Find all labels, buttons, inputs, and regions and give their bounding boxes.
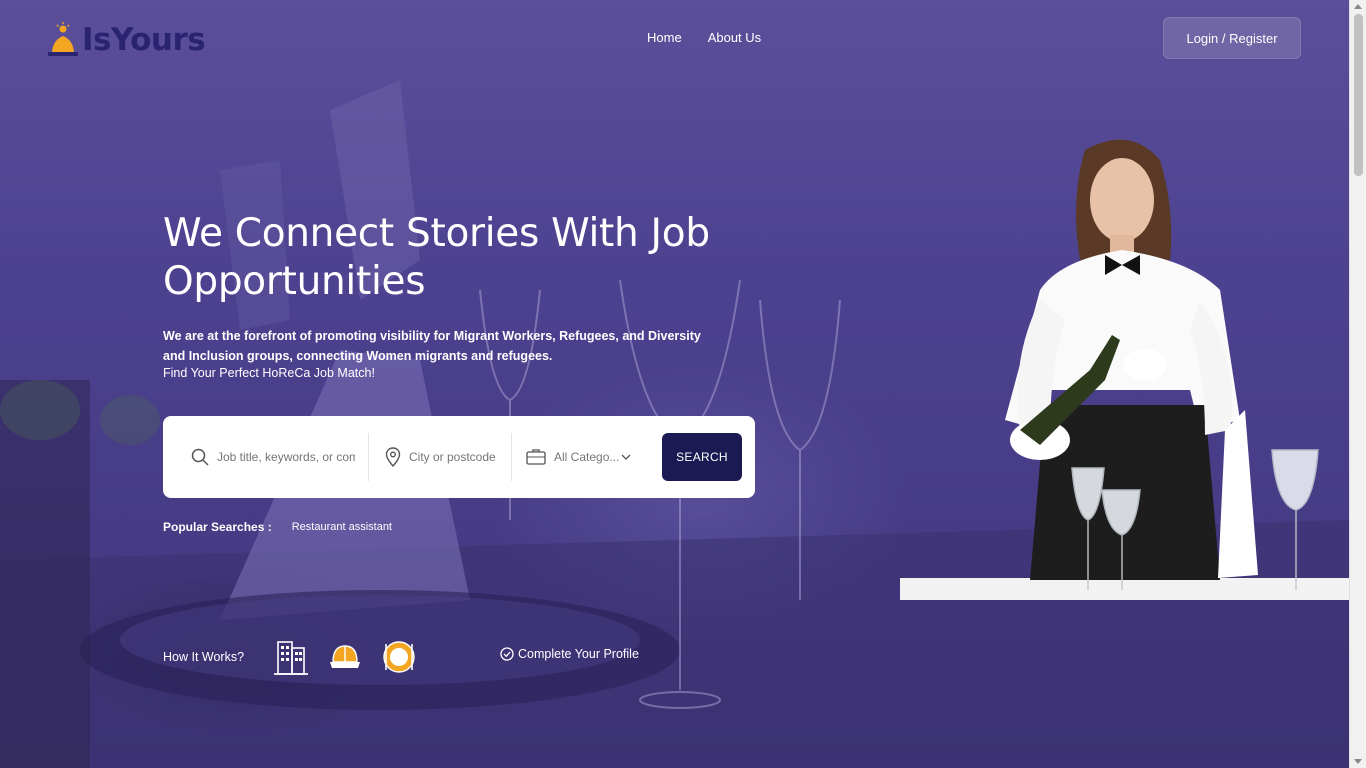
popular-searches: Popular Searches : Restaurant assistant xyxy=(163,520,392,534)
location-pin-icon xyxy=(385,447,401,467)
brand-logo[interactable]: IsYours xyxy=(48,20,206,60)
complete-profile-label: Complete Your Profile xyxy=(518,647,639,661)
nav-about-us[interactable]: About Us xyxy=(708,30,761,45)
category-field[interactable]: All Catego... xyxy=(511,433,651,481)
complete-profile-step[interactable]: Complete Your Profile xyxy=(500,647,639,661)
category-value: All Catego... xyxy=(554,450,620,464)
job-search-bar: All Catego... SEARCH xyxy=(163,416,755,498)
how-it-works-label: How It Works? xyxy=(163,650,245,664)
check-circle-icon xyxy=(500,647,514,661)
how-it-works: How It Works? xyxy=(163,638,436,676)
briefcase-icon xyxy=(526,449,546,465)
scroll-down-icon[interactable] xyxy=(1354,759,1362,764)
waitress-photo xyxy=(900,130,1349,600)
hero-tagline: Find Your Perfect HoReCa Job Match! xyxy=(163,366,375,380)
city-input[interactable] xyxy=(409,450,501,464)
category-select[interactable]: All Catego... xyxy=(554,450,631,464)
popular-tag-restaurant-assistant[interactable]: Restaurant assistant xyxy=(292,521,392,533)
scroll-up-icon[interactable] xyxy=(1354,4,1362,9)
keyword-field xyxy=(163,433,368,481)
brand-name: IsYours xyxy=(82,22,206,58)
search-icon xyxy=(191,448,209,466)
building-icon[interactable] xyxy=(274,638,309,676)
hard-hat-icon[interactable] xyxy=(328,638,362,676)
hero-subheading: We are at the forefront of promoting vis… xyxy=(163,329,701,363)
popular-searches-label: Popular Searches : xyxy=(163,520,272,534)
sunrise-logo-icon xyxy=(48,22,78,56)
login-register-button[interactable]: Login / Register xyxy=(1163,17,1301,59)
chevron-down-icon xyxy=(621,454,631,460)
hero-headline: We Connect Stories With Job Opportunitie… xyxy=(163,211,710,304)
city-field xyxy=(368,433,511,481)
page-scrollbar[interactable] xyxy=(1349,0,1366,768)
keyword-input[interactable] xyxy=(217,450,355,464)
plate-icon[interactable] xyxy=(382,638,416,676)
main-nav: Home About Us xyxy=(647,30,761,45)
search-button[interactable]: SEARCH xyxy=(662,433,742,481)
nav-home[interactable]: Home xyxy=(647,30,682,45)
scrollbar-thumb[interactable] xyxy=(1354,14,1363,176)
